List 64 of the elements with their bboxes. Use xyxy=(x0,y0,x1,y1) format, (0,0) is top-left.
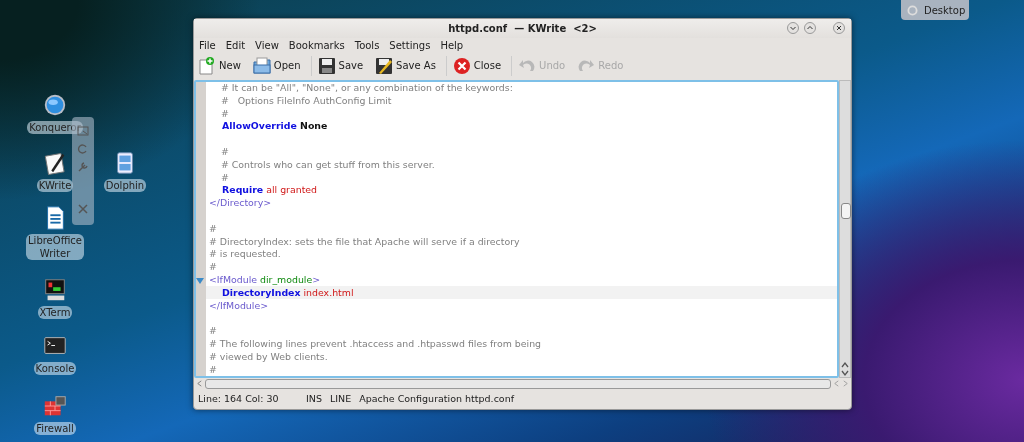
code-line: # Options FileInfo AuthConfig Limit xyxy=(219,94,392,107)
toolbar-button[interactable]: Save xyxy=(315,54,370,77)
menu-item[interactable]: Settings xyxy=(389,40,431,52)
desktop-icon-label[interactable]: LibreOffice Writer xyxy=(26,234,84,260)
code-line: # is requested. xyxy=(209,248,281,261)
toolbar-button[interactable]: New xyxy=(196,54,247,77)
chevron-down-icon[interactable] xyxy=(840,369,850,378)
code-line: AllowOverride None xyxy=(221,120,328,133)
scrollbar-thumb[interactable] xyxy=(841,202,851,219)
vertical-scrollbar[interactable] xyxy=(839,79,851,379)
menu-item[interactable]: File xyxy=(199,40,216,52)
code-line: # xyxy=(209,222,217,235)
desktop-button[interactable]: Desktop xyxy=(901,0,969,20)
menu-item[interactable]: Edit xyxy=(225,40,246,52)
menu-item[interactable]: Bookmarks xyxy=(288,40,345,52)
fold-marker-icon[interactable] xyxy=(196,276,204,285)
code-line: Require all granted xyxy=(221,184,318,197)
desktop-icon-label[interactable]: Konsole xyxy=(33,362,77,375)
wrench-icon[interactable] xyxy=(77,161,89,173)
desktop-icon-label[interactable]: XTerm xyxy=(37,306,73,319)
code-line: # xyxy=(219,146,229,159)
window-title: httpd.conf — KWrite <2> xyxy=(448,22,597,34)
code-line: # xyxy=(209,325,217,338)
input-mode[interactable]: INS xyxy=(306,392,322,404)
desktop-icon-label[interactable]: Firewall xyxy=(34,422,76,435)
selection-mode[interactable]: LINE xyxy=(329,392,352,404)
code-line: # xyxy=(209,261,217,274)
new-document-icon xyxy=(198,56,216,75)
floppy-pen-icon xyxy=(375,56,394,75)
code-line: </Directory> xyxy=(209,197,272,210)
code-line: </IfModule> xyxy=(209,299,269,312)
toolbar-button[interactable]: Open xyxy=(250,54,307,77)
spinner-icon xyxy=(907,4,918,16)
globe-icon[interactable] xyxy=(42,92,68,118)
cursor-position: Line: 164 Col: 30 xyxy=(198,392,280,404)
maximize-icon[interactable] xyxy=(804,22,816,34)
code-line: # viewed by Web clients. xyxy=(209,350,328,363)
menu-item[interactable]: Tools xyxy=(354,40,380,52)
code-line: DirectoryIndex index.html xyxy=(221,286,354,299)
monitor-icon[interactable] xyxy=(42,277,68,303)
rotate-icon[interactable] xyxy=(77,143,89,155)
close-icon xyxy=(452,56,471,75)
menu-item[interactable]: View xyxy=(255,40,279,52)
desktop-icon-label[interactable]: KWrite xyxy=(36,179,74,192)
code-line: # xyxy=(219,107,229,120)
toolbar-button[interactable]: Close xyxy=(450,54,508,77)
code-line: # xyxy=(209,363,217,376)
code-line: # xyxy=(219,171,229,184)
desktop-icon-label[interactable]: Dolphin xyxy=(103,179,147,192)
file-type[interactable]: Apache Configuration httpd.conf xyxy=(359,392,515,404)
folder-icon xyxy=(252,56,271,75)
pen-paper-icon[interactable] xyxy=(42,150,68,176)
menu-item[interactable]: Help xyxy=(440,40,464,52)
chevron-up-icon[interactable] xyxy=(840,361,850,370)
code-line: <IfModule dir_module> xyxy=(209,274,321,287)
code-line: # The following lines prevent .htaccess and .htpasswd files from being xyxy=(209,338,542,351)
code-line: # It can be "All", "None", or any combination of the keywords: xyxy=(219,82,513,95)
close-icon[interactable] xyxy=(833,22,845,34)
horizontal-scrollbar[interactable] xyxy=(205,378,831,389)
code-line: # Controls who can get stuff from this server. xyxy=(219,158,435,171)
code-line: # DirectoryIndex: sets the file that Apache will serve if a directory xyxy=(209,235,520,248)
chevron-left-icon[interactable] xyxy=(196,379,203,389)
minimize-icon[interactable] xyxy=(787,22,799,34)
toolbar-button[interactable]: Save As xyxy=(373,54,442,77)
